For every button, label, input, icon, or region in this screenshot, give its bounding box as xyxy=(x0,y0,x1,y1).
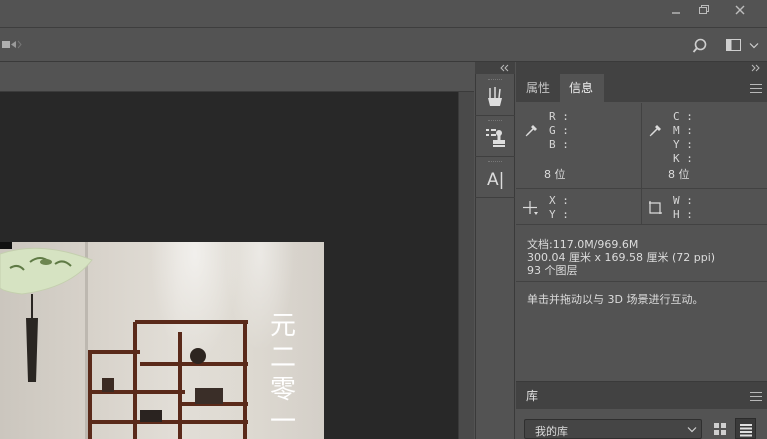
title-bar xyxy=(0,0,767,28)
workspace-switcher-icon[interactable] xyxy=(726,39,742,52)
video-camera-icon[interactable] xyxy=(2,38,22,52)
info-x-label: X : xyxy=(549,194,569,207)
library-select[interactable]: 我的库 xyxy=(524,419,702,439)
brush-presets-button[interactable] xyxy=(475,76,515,116)
info-h-label: H : xyxy=(673,208,693,221)
document-image[interactable]: 元 二 零 一 xyxy=(0,242,324,439)
info-y-coord-label: Y : xyxy=(549,208,569,221)
image-corner-marker xyxy=(0,242,12,249)
panel-dock-header xyxy=(516,62,767,74)
vertical-scrollbar[interactable] xyxy=(458,92,474,439)
options-bar xyxy=(0,29,767,62)
list-view-button[interactable] xyxy=(735,418,756,439)
calligraphy-text: 元 二 零 一 xyxy=(268,310,298,438)
info-c-label: C : xyxy=(673,110,693,123)
eyedropper-icon[interactable] xyxy=(524,122,540,138)
tab-properties[interactable]: 属性 xyxy=(517,74,559,102)
chevron-down-icon xyxy=(687,427,697,433)
tool-hint-text: 单击并拖动以与 3D 场景进行互动。 xyxy=(527,293,704,306)
chevron-down-icon[interactable] xyxy=(749,42,759,50)
divider xyxy=(516,224,767,225)
calligraphy-char: 零 xyxy=(269,375,296,405)
info-g-label: G : xyxy=(549,124,569,137)
eyedropper-icon[interactable] xyxy=(648,122,664,138)
calligraphy-char: 一 xyxy=(269,407,296,437)
info-m-label: M : xyxy=(673,124,693,137)
library-header xyxy=(516,382,767,409)
brush-presets-icon xyxy=(488,87,502,106)
character-panel-icon: A| xyxy=(487,170,505,190)
selection-size-icon xyxy=(649,201,662,214)
tab-info[interactable]: 信息 xyxy=(560,74,604,102)
document-tab-bar xyxy=(0,62,474,92)
info-r-label: R : xyxy=(549,110,569,123)
panel-menu-icon[interactable] xyxy=(750,392,762,401)
library-select-value: 我的库 xyxy=(535,425,568,438)
info-b-label: B : xyxy=(549,138,569,151)
info-y-label: Y : xyxy=(673,138,693,151)
search-icon[interactable] xyxy=(692,38,708,54)
divider xyxy=(516,188,767,189)
info-rgb-bits: 8 位 xyxy=(544,168,566,181)
divider xyxy=(641,103,642,224)
grid-view-button[interactable] xyxy=(710,418,731,439)
list-view-icon xyxy=(740,424,752,437)
clone-source-icon xyxy=(486,129,505,147)
clone-source-button[interactable] xyxy=(475,117,515,157)
collapse-right-icon[interactable] xyxy=(751,64,761,72)
doc-layers-text: 93 个图层 xyxy=(527,264,578,277)
close-icon xyxy=(735,5,745,15)
crosshair-icon xyxy=(523,201,538,215)
info-k-label: K : xyxy=(673,152,693,165)
character-panel-button[interactable]: A| xyxy=(475,158,515,198)
close-button[interactable] xyxy=(722,0,758,20)
restore-icon xyxy=(699,5,709,14)
info-w-label: W : xyxy=(673,194,693,207)
collapse-left-icon[interactable] xyxy=(500,64,510,72)
grid-view-icon xyxy=(714,423,726,435)
divider xyxy=(516,281,767,282)
wooden-shelf xyxy=(88,320,248,439)
panel-menu-icon[interactable] xyxy=(750,84,762,93)
calligraphy-char: 元 xyxy=(269,311,296,341)
minimize-icon xyxy=(672,12,680,14)
library-title: 库 xyxy=(526,389,539,403)
maximize-button[interactable] xyxy=(686,0,722,20)
info-cmyk-bits: 8 位 xyxy=(668,168,690,181)
calligraphy-char: 二 xyxy=(269,343,296,373)
